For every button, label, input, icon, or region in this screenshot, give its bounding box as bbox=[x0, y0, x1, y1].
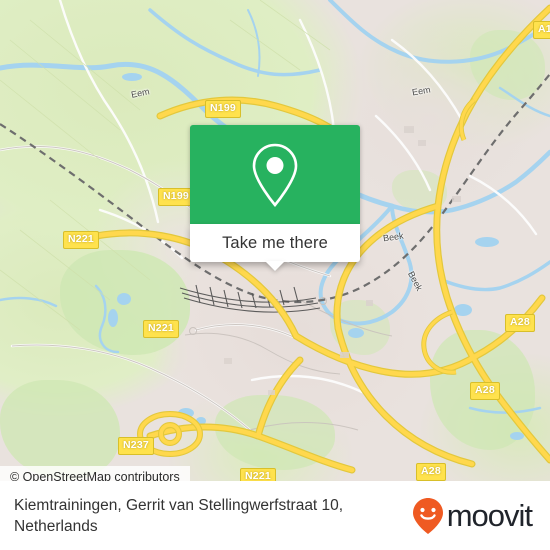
road-shield-n237: N237 bbox=[118, 437, 154, 455]
take-me-there-label: Take me there bbox=[222, 233, 328, 252]
road-shield-n199: N199 bbox=[158, 188, 194, 206]
moovit-smile-pin-icon bbox=[412, 497, 443, 534]
map-screenshot: N199 N199 N221 N221 N237 N221 A28 A28 A2… bbox=[0, 0, 550, 550]
callout-pin-panel bbox=[190, 125, 360, 224]
road-shield-a28: A28 bbox=[416, 463, 446, 481]
take-me-there-button[interactable]: Take me there bbox=[190, 224, 360, 271]
osm-attribution: © OpenStreetMap contributors bbox=[0, 466, 190, 481]
map-pin-icon bbox=[252, 143, 298, 207]
footer-bar: Kiemtrainingen, Gerrit van Stellingwerfs… bbox=[0, 481, 550, 550]
road-shield-n221: N221 bbox=[240, 468, 276, 481]
callout-pointer-tail bbox=[265, 261, 285, 271]
road-shield-n221: N221 bbox=[143, 320, 179, 338]
moovit-logo[interactable]: moovit bbox=[411, 496, 536, 536]
location-callout-card[interactable]: Take me there bbox=[190, 125, 360, 271]
moovit-wordmark: moovit bbox=[446, 497, 533, 533]
osm-attribution-text: © OpenStreetMap contributors bbox=[10, 469, 180, 482]
address-text: Kiemtrainingen, Gerrit van Stellingwerfs… bbox=[14, 496, 344, 535]
map-canvas[interactable]: N199 N199 N221 N221 N237 N221 A28 A28 A2… bbox=[0, 0, 550, 481]
road-shield-n221: N221 bbox=[63, 231, 99, 249]
road-shield-a28: A28 bbox=[470, 382, 500, 400]
road-shield-a1: A1 bbox=[533, 21, 550, 39]
road-shield-n199: N199 bbox=[205, 100, 241, 118]
road-shield-a28: A28 bbox=[505, 314, 535, 332]
